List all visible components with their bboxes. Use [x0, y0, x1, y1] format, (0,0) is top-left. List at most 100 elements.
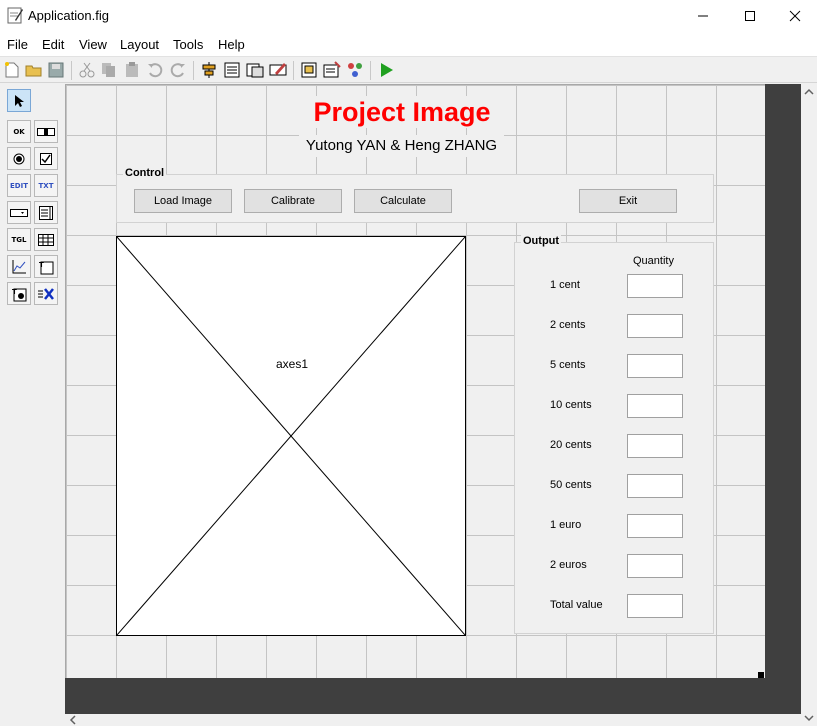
- menu-layout[interactable]: Layout: [120, 37, 159, 52]
- calibrate-button[interactable]: Calibrate: [244, 189, 342, 213]
- redo-icon[interactable]: [169, 61, 187, 79]
- scroll-down-icon[interactable]: [801, 712, 817, 724]
- layout-canvas[interactable]: Project Image Yutong YAN & Heng ZHANG Co…: [65, 84, 765, 678]
- toolbar-separator: [370, 61, 371, 80]
- guide-app-icon: [7, 7, 23, 24]
- slider-tool[interactable]: [34, 120, 58, 143]
- quantity-field-1-euro[interactable]: [627, 514, 683, 538]
- toolbar-separator: [71, 61, 72, 80]
- total-value-field[interactable]: [627, 594, 683, 618]
- static-text-icon: TXT: [38, 181, 54, 190]
- menu-edit[interactable]: Edit: [42, 37, 64, 52]
- select-tool[interactable]: [7, 89, 31, 112]
- align-objects-icon[interactable]: [200, 61, 218, 79]
- menu-file[interactable]: File: [7, 37, 28, 52]
- row-label-1-cent: 1 cent: [550, 279, 580, 291]
- calculate-button[interactable]: Calculate: [354, 189, 452, 213]
- quantity-field-1-cent[interactable]: [627, 274, 683, 298]
- run-icon[interactable]: [377, 61, 395, 79]
- table-tool[interactable]: [34, 228, 58, 251]
- activex-icon: [38, 287, 54, 300]
- listbox-tool[interactable]: [34, 201, 58, 224]
- row-label-50-cents: 50 cents: [550, 479, 592, 491]
- menu-editor-icon[interactable]: [223, 61, 241, 79]
- scroll-up-icon[interactable]: [801, 86, 817, 98]
- table-icon: [38, 233, 54, 246]
- axes-placeholder[interactable]: axes1: [116, 236, 466, 636]
- svg-text:T: T: [39, 261, 44, 269]
- editor-icon[interactable]: [300, 61, 318, 79]
- minimize-button[interactable]: [680, 0, 726, 31]
- cut-icon[interactable]: [78, 61, 96, 79]
- axes-tool[interactable]: [7, 255, 31, 278]
- edit-text-icon: EDIT: [10, 181, 28, 190]
- save-icon[interactable]: [47, 61, 65, 79]
- menu-help[interactable]: Help: [218, 37, 245, 52]
- close-icon: [789, 10, 801, 21]
- row-label-20-cents: 20 cents: [550, 439, 592, 451]
- toggle-button-icon: TGL: [11, 235, 27, 244]
- checkbox-tool[interactable]: [34, 147, 58, 170]
- quantity-field-2-cents[interactable]: [627, 314, 683, 338]
- menu-view[interactable]: View: [79, 37, 107, 52]
- title-bar: Application.fig: [0, 0, 817, 31]
- horizontal-scrollbar[interactable]: [65, 714, 801, 726]
- tab-order-editor-icon[interactable]: [246, 61, 264, 79]
- static-text-tool[interactable]: TXT: [34, 174, 58, 197]
- quantity-field-5-cents[interactable]: [627, 354, 683, 378]
- toggle-button-tool[interactable]: TGL: [7, 228, 31, 251]
- maximize-button[interactable]: [727, 0, 773, 31]
- authors-text: Yutong YAN & Heng ZHANG: [299, 135, 504, 157]
- vertical-scrollbar[interactable]: [801, 84, 817, 726]
- popup-menu-icon: [10, 208, 28, 217]
- edit-text-tool[interactable]: EDIT: [7, 174, 31, 197]
- quantity-field-20-cents[interactable]: [627, 434, 683, 458]
- row-label-total-value: Total value: [550, 599, 603, 611]
- figure-resize-handle[interactable]: [758, 672, 764, 678]
- arrow-cursor-icon: [15, 94, 24, 107]
- output-panel-title: Output: [521, 235, 562, 247]
- popup-menu-tool[interactable]: [7, 201, 31, 224]
- control-panel-title: Control: [123, 167, 167, 179]
- output-panel[interactable]: Output Quantity 1 cent 2 cents 5 cents 1…: [514, 235, 714, 634]
- menu-bar: File Edit View Layout Tools Help: [0, 31, 817, 56]
- canvas-margin-bottom: [65, 678, 801, 714]
- toolbar-editor-icon[interactable]: [269, 61, 287, 79]
- panel-tool[interactable]: T: [34, 255, 58, 278]
- menu-tools[interactable]: Tools: [173, 37, 203, 52]
- component-palette: OK EDIT TXT TGL T T: [0, 84, 65, 726]
- scroll-left-icon[interactable]: [67, 714, 79, 726]
- exit-button[interactable]: Exit: [579, 189, 677, 213]
- toolbar-separator: [193, 61, 194, 80]
- quantity-field-2-euros[interactable]: [627, 554, 683, 578]
- toolbar: [0, 56, 817, 83]
- project-title: Project Image: [312, 96, 492, 128]
- new-file-icon[interactable]: [3, 61, 21, 79]
- undo-icon[interactable]: [146, 61, 164, 79]
- axes-label: axes1: [275, 357, 309, 371]
- button-group-tool[interactable]: T: [7, 282, 31, 305]
- slider-icon: [37, 127, 55, 136]
- close-button[interactable]: [772, 0, 817, 31]
- quantity-header: Quantity: [633, 255, 674, 267]
- maximize-icon: [745, 10, 755, 21]
- control-panel[interactable]: Control Load Image Calibrate Calculate E…: [116, 167, 714, 223]
- quantity-field-50-cents[interactable]: [627, 474, 683, 498]
- canvas-margin-right: [765, 84, 801, 687]
- paste-icon[interactable]: [123, 61, 141, 79]
- window-title: Application.fig: [28, 8, 109, 23]
- object-browser-icon[interactable]: [346, 61, 364, 79]
- minimize-icon: [698, 15, 708, 16]
- quantity-field-10-cents[interactable]: [627, 394, 683, 418]
- pushbutton-icon: OK: [13, 127, 25, 136]
- load-image-button[interactable]: Load Image: [134, 189, 232, 213]
- panel-icon: T: [39, 261, 54, 274]
- pushbutton-tool[interactable]: OK: [7, 120, 31, 143]
- radiobutton-tool[interactable]: [7, 147, 31, 170]
- property-inspector-icon[interactable]: [323, 61, 341, 79]
- open-folder-icon[interactable]: [25, 61, 43, 79]
- activex-tool[interactable]: [34, 282, 58, 305]
- button-group-icon: T: [12, 288, 27, 301]
- row-label-5-cents: 5 cents: [550, 359, 586, 371]
- copy-icon[interactable]: [100, 61, 118, 79]
